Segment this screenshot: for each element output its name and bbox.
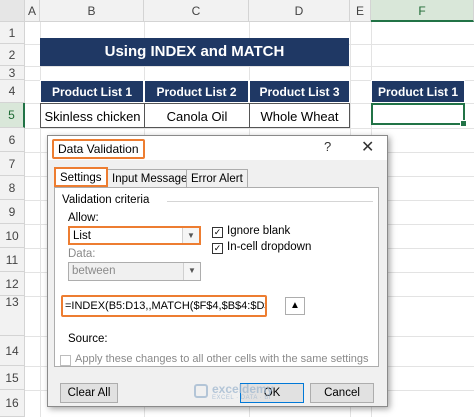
fill-handle[interactable] (460, 120, 467, 127)
row-header-14[interactable]: 14 (0, 336, 25, 366)
allow-select[interactable]: List ▼ (68, 226, 201, 245)
column-header-f[interactable]: F (371, 0, 474, 22)
data-select-value: between (72, 265, 116, 277)
row-header-15[interactable]: 15 (0, 366, 25, 390)
row-header-11[interactable]: 11 (0, 248, 25, 272)
watermark-name: exceldemy (212, 382, 274, 396)
row-header-13-label: 13 (5, 295, 19, 309)
row-header-8[interactable]: 8 (0, 176, 25, 200)
clear-all-button[interactable]: Clear All (60, 383, 118, 403)
data-validation-dialog: Data Validation ? ✕ Settings Input Messa… (47, 135, 388, 407)
apply-all-label[interactable]: Apply these changes to all other cells w… (75, 353, 369, 365)
row-header-2[interactable]: 2 (0, 44, 25, 66)
row-header-16[interactable]: 16 (0, 390, 25, 417)
select-all-corner[interactable] (0, 0, 25, 22)
exceldemy-logo-icon (194, 384, 208, 398)
row-header-1[interactable]: 1 (0, 22, 25, 44)
in-cell-dropdown-checkbox[interactable]: ✓ (212, 243, 223, 254)
validation-criteria-label: Validation criteria (62, 194, 150, 206)
column-header-a[interactable]: A (25, 0, 40, 22)
chevron-down-icon[interactable]: ▼ (183, 263, 200, 280)
column-header-c[interactable]: C (144, 0, 249, 22)
row-header-12[interactable]: 12 (0, 272, 25, 296)
data-label: Data: (68, 248, 96, 260)
column-header-d[interactable]: D (249, 0, 350, 22)
row-header-5[interactable]: 5 (0, 103, 25, 128)
column-header-b[interactable]: B (40, 0, 144, 22)
active-cell-f5[interactable] (371, 103, 467, 127)
allow-label: Allow: (68, 212, 99, 224)
table-cell[interactable]: Whole Wheat (249, 103, 350, 128)
source-input[interactable]: =INDEX(B5:D13,,MATCH($F$4,$B$4:$D$4,0)) (61, 295, 267, 317)
sheet-title[interactable]: Using INDEX and MATCH (40, 38, 349, 66)
row-header-6[interactable]: 6 (0, 128, 25, 152)
dialog-titlebar[interactable]: Data Validation ? ✕ (48, 136, 387, 160)
table-cell[interactable]: Skinless chicken (40, 103, 145, 128)
table-header-product-list-1[interactable]: Product List 1 (40, 80, 144, 103)
row-header-3[interactable]: 3 (0, 66, 25, 80)
row-header-9[interactable]: 9 (0, 200, 25, 224)
apply-all-checkbox[interactable] (60, 355, 71, 366)
help-button[interactable]: ? (324, 139, 331, 154)
close-button[interactable]: ✕ (361, 137, 374, 157)
row-header-4[interactable]: 4 (0, 80, 25, 103)
row-header-7[interactable]: 7 (0, 152, 25, 176)
collapse-dialog-icon[interactable]: ▲ (285, 297, 305, 315)
table-cell[interactable]: Canola Oil (144, 103, 250, 128)
section-divider (167, 201, 373, 202)
in-cell-dropdown-label[interactable]: In-cell dropdown (227, 241, 311, 253)
row-header-13[interactable]: 13 (0, 296, 25, 336)
column-header-e[interactable]: E (350, 0, 371, 22)
row-header-10[interactable]: 10 (0, 224, 25, 248)
allow-select-value: List (73, 230, 91, 242)
tab-error-alert[interactable]: Error Alert (186, 169, 248, 187)
dialog-title: Data Validation (52, 139, 145, 159)
tab-input-message[interactable]: Input Message (107, 169, 193, 187)
f-column-header-cell[interactable]: Product List 1 (371, 80, 465, 103)
tab-settings[interactable]: Settings (54, 167, 108, 187)
gridline (25, 66, 474, 67)
settings-panel: Validation criteria Allow: List ▼ Data: … (54, 187, 379, 367)
watermark-tagline: EXCEL · DATA · BI (212, 395, 272, 401)
exceldemy-watermark: exceldemy EXCEL · DATA · BI (194, 382, 336, 404)
table-header-product-list-3[interactable]: Product List 3 (249, 80, 350, 103)
ignore-blank-label[interactable]: Ignore blank (227, 225, 290, 237)
source-label: Source: (68, 333, 108, 345)
data-select[interactable]: between ▼ (68, 262, 201, 281)
table-header-product-list-2[interactable]: Product List 2 (144, 80, 249, 103)
chevron-down-icon[interactable]: ▼ (182, 228, 199, 243)
ignore-blank-checkbox[interactable]: ✓ (212, 227, 223, 238)
